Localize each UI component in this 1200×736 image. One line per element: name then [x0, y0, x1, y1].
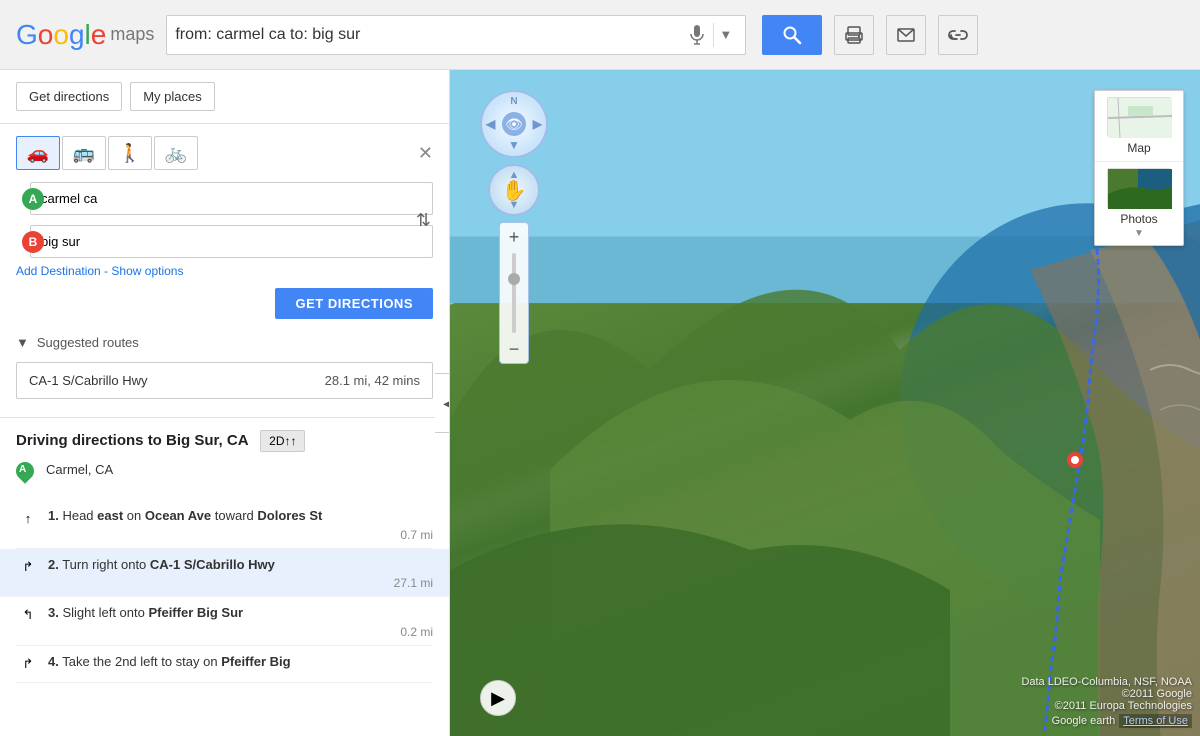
google-earth-label: Google earth [1052, 715, 1116, 727]
waypoint-b-marker: B [22, 231, 44, 253]
route-option-item[interactable]: CA-1 S/Cabrillo Hwy 28.1 mi, 42 mins [16, 362, 433, 399]
step-1-icon: ↑ [16, 506, 40, 530]
map-type-photos-thumb [1107, 168, 1171, 208]
link-button[interactable] [938, 15, 978, 55]
map-type-photos[interactable]: Photos ▼ [1095, 162, 1183, 245]
driving-directions-title: Driving directions to Big Sur, CA 2D↑↑ [16, 430, 433, 452]
step-3: ↰ 3. Slight left onto Pfeiffer Big Sur 0… [16, 597, 433, 646]
swap-directions-button[interactable]: ⇅ [416, 182, 431, 258]
search-bar: ▼ [166, 15, 746, 55]
mic-icon[interactable] [685, 23, 709, 47]
to-input[interactable] [30, 225, 433, 258]
my-places-button[interactable]: My places [130, 82, 215, 111]
map-background [450, 70, 1200, 736]
step-2: ↱ 2. Turn right onto CA-1 S/Cabrillo Hwy… [0, 549, 449, 598]
main-layout: Get directions My places 🚗 🚌 🚶 🚲 ✕ A B [0, 70, 1200, 736]
street-view-button[interactable]: ▶ [480, 680, 516, 716]
logo: Google maps [16, 19, 154, 51]
map-area[interactable]: N ▼ ▶ ◀ 👁 ▲ ✋ ▼ + − [450, 70, 1200, 736]
map-attribution: Data LDEO-Columbia, NSF, NOAA ©2011 Goog… [1021, 676, 1192, 728]
sidebar-collapse-button[interactable]: ◀ [435, 373, 450, 433]
start-point: A Carmel, CA [16, 462, 433, 490]
step-2-distance: 27.1 mi [48, 576, 433, 590]
from-input[interactable] [30, 182, 433, 215]
step-3-distance: 0.2 mi [48, 625, 433, 639]
mode-car-button[interactable]: 🚗 [16, 136, 60, 170]
map-type-map-label: Map [1127, 141, 1150, 155]
attribution-line1: Data LDEO-Columbia, NSF, NOAA [1021, 676, 1192, 688]
zoom-out-button[interactable]: − [500, 335, 528, 363]
zoom-in-button[interactable]: + [500, 223, 528, 251]
dropdown-arrow-icon[interactable]: ▼ [713, 23, 737, 47]
mode-walk-button[interactable]: 🚶 [108, 136, 152, 170]
add-destination-row: Add Destination - Show options [16, 264, 433, 278]
email-button[interactable] [886, 15, 926, 55]
suggested-routes-toggle[interactable]: ▼ Suggested routes [16, 329, 433, 356]
zoom-thumb[interactable] [508, 273, 520, 285]
directions-steps-list: ↑ 1. Head east on Ocean Ave toward Dolor… [16, 500, 433, 683]
show-options-link[interactable]: Show options [111, 264, 183, 278]
waypoint-a-marker: A [22, 188, 44, 210]
get-directions-button[interactable]: Get directions [16, 82, 122, 111]
mode-transit-button[interactable]: 🚌 [62, 136, 106, 170]
route-distance: 28.1 mi, 42 mins [325, 373, 420, 388]
map-svg [450, 70, 1200, 736]
step-3-icon: ↰ [16, 603, 40, 627]
zoom-track [512, 253, 516, 333]
print-button[interactable] [834, 15, 874, 55]
search-input[interactable] [175, 26, 685, 44]
step-2-icon: ↱ [16, 555, 40, 579]
attribution-line3: ©2011 Europa Technologies [1021, 700, 1192, 712]
tilt-control[interactable]: ▲ ✋ ▼ [488, 164, 540, 216]
logo-text: Google [16, 19, 106, 51]
route-options-list: CA-1 S/Cabrillo Hwy 28.1 mi, 42 mins [16, 362, 433, 399]
get-directions-submit-button[interactable]: GET DIRECTIONS [275, 288, 433, 319]
sidebar-top: Get directions My places [0, 70, 449, 124]
driving-directions-section: Driving directions to Big Sur, CA 2D↑↑ A… [0, 417, 449, 695]
header: Google maps ▼ [0, 0, 1200, 70]
map-type-panel: Map Photos ▼ [1094, 90, 1184, 246]
map-type-map[interactable]: Map [1095, 91, 1183, 162]
mode-bike-button[interactable]: 🚲 [154, 136, 198, 170]
step-1-distance: 0.7 mi [48, 528, 433, 542]
pan-center-icon[interactable]: 👁 [502, 112, 526, 136]
to-field-group: B [30, 225, 433, 258]
pan-control[interactable]: N ▼ ▶ ◀ 👁 [480, 90, 548, 158]
step-4-icon: ↱ [16, 652, 40, 676]
terms-of-use-link[interactable]: Terms of Use [1119, 714, 1192, 728]
map-type-photos-label: Photos [1120, 212, 1157, 226]
suggested-routes-label: Suggested routes [37, 335, 139, 350]
step-4: ↱ 4. Take the 2nd left to stay on Pfeiff… [16, 646, 433, 683]
start-location-label: Carmel, CA [46, 462, 113, 477]
add-destination-link[interactable]: Add Destination [16, 264, 101, 278]
street-view-icon: ▶ [491, 688, 505, 709]
map-type-map-thumb [1107, 97, 1171, 137]
travel-mode-selector: 🚗 🚌 🚶 🚲 ✕ [16, 136, 433, 170]
search-button[interactable] [762, 15, 822, 55]
photos-chevron: ▼ [1134, 228, 1144, 239]
route-name: CA-1 S/Cabrillo Hwy [29, 373, 147, 388]
map-navigation-controls: N ▼ ▶ ◀ 👁 ▲ ✋ ▼ + − [480, 90, 548, 364]
logo-maps: maps [110, 24, 154, 45]
step-1: ↑ 1. Head east on Ocean Ave toward Dolor… [16, 500, 433, 549]
sidebar: Get directions My places 🚗 🚌 🚶 🚲 ✕ A B [0, 70, 450, 736]
directions-panel: 🚗 🚌 🚶 🚲 ✕ A B ⇅ Add Destination [0, 124, 449, 417]
close-directions-button[interactable]: ✕ [418, 143, 433, 164]
suggested-routes-chevron: ▼ [16, 335, 29, 350]
view-2d-button[interactable]: 2D↑↑ [260, 430, 305, 452]
google-earth-logo: Google earth Terms of Use [1021, 714, 1192, 728]
zoom-control: + − [499, 222, 529, 364]
attribution-line2: ©2011 Google [1021, 688, 1192, 700]
from-field-group: A [30, 182, 433, 215]
